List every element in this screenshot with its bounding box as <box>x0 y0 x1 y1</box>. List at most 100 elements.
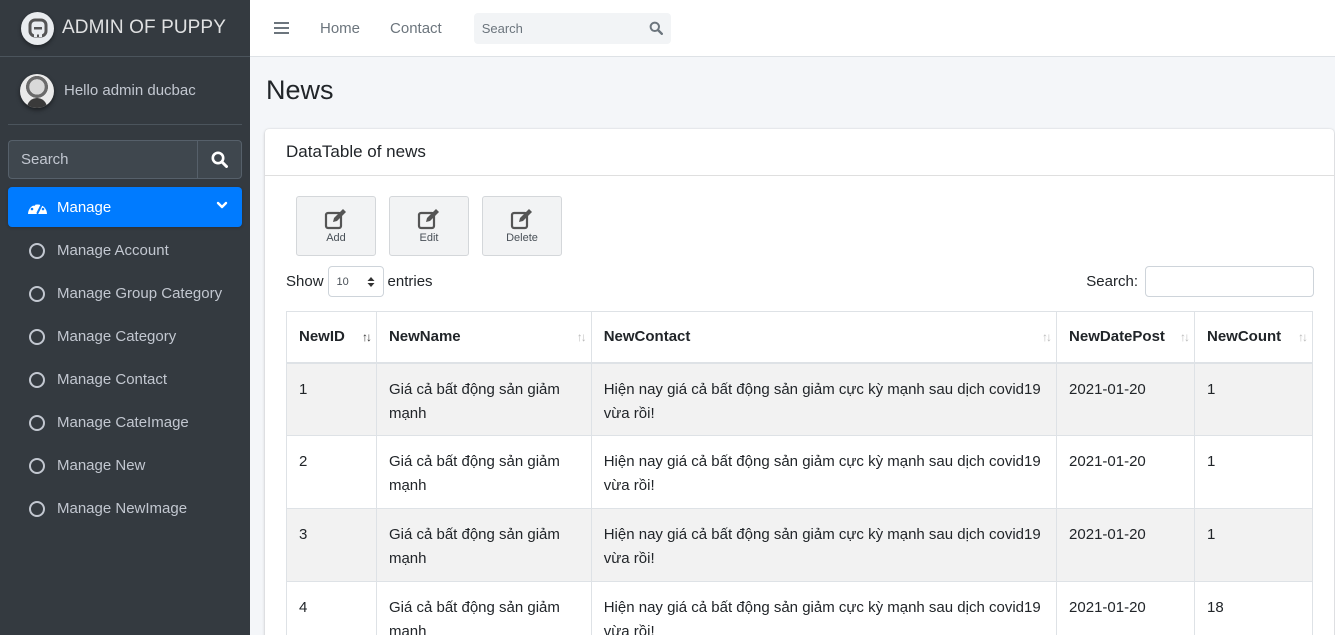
edit-icon <box>510 209 532 230</box>
navbar-search-placeholder: Search <box>481 20 523 36</box>
search-icon <box>211 151 228 168</box>
table-row[interactable]: 2 Giá cả bất động sản giảm mạnh Hiện nay… <box>286 435 1313 509</box>
cell-newdatepost: 2021-01-20 <box>1056 581 1195 635</box>
brand-logo-icon <box>21 11 54 45</box>
user-panel[interactable]: Hello admin ducbac <box>8 57 242 125</box>
table-search-input[interactable] <box>1145 266 1314 297</box>
avatar <box>20 73 54 108</box>
nav-link-contact[interactable]: Contact <box>390 20 442 37</box>
table-row[interactable]: 3 Giá cả bất động sản giảm mạnh Hiện nay… <box>286 508 1313 582</box>
cell-newcontact: Hiện nay giá cả bất động sản giảm cực kỳ… <box>590 362 1058 436</box>
sidebar-item-label: Manage Category <box>57 328 177 345</box>
column-header-newid[interactable]: NewID ↑↓ <box>286 311 377 364</box>
column-header-newname[interactable]: NewName ↑↓ <box>375 311 592 364</box>
sort-icon: ↑↓ <box>361 330 372 344</box>
cell-newcontact: Hiện nay giá cả bất động sản giảm cực kỳ… <box>590 435 1058 509</box>
table-row[interactable]: 1 Giá cả bất động sản giảm mạnh Hiện nay… <box>286 362 1313 436</box>
page-title: News <box>266 75 334 105</box>
column-header-newcontact[interactable]: NewContact ↑↓ <box>590 311 1058 364</box>
circle-icon <box>29 328 45 345</box>
hamburger-icon[interactable] <box>274 19 289 37</box>
circle-icon <box>29 414 45 431</box>
toolbar: Add Edit Delete <box>296 196 575 256</box>
search-icon[interactable] <box>649 21 663 35</box>
entries-label: entries <box>387 273 433 290</box>
show-label: Show <box>286 273 324 290</box>
sidebar-item-label: Manage <box>57 198 112 216</box>
nav-link-home[interactable]: Home <box>320 20 360 37</box>
cell-newcount: 1 <box>1194 508 1313 582</box>
sidebar-item-manage-category[interactable]: Manage Category <box>8 315 242 358</box>
sidebar-item-manage-contact[interactable]: Manage Contact <box>8 358 242 401</box>
brand-link[interactable]: ADMIN OF PUPPY <box>0 0 250 57</box>
cell-newdatepost: 2021-01-20 <box>1056 362 1195 436</box>
datatable-card: DataTable of news Add Edit Delete Show 1… <box>265 129 1334 635</box>
navbar-search-input[interactable]: Search <box>473 12 671 44</box>
brand-name: ADMIN OF PUPPY <box>62 17 226 38</box>
sidebar-search: Search <box>8 140 242 179</box>
cell-newid: 4 <box>286 581 377 635</box>
news-table: NewID ↑↓ NewName ↑↓ NewContact ↑↓ NewDat… <box>286 311 1313 635</box>
circle-icon <box>29 242 45 259</box>
sidebar-item-manage-cateimage[interactable]: Manage CateImage <box>8 401 242 444</box>
column-header-newcount[interactable]: NewCount ↑↓ <box>1194 311 1313 364</box>
table-row[interactable]: 4 Giá cả bất động sản giảm mạnh Hiện nay… <box>286 581 1313 635</box>
sidebar-item-manage-newimage[interactable]: Manage NewImage <box>8 487 242 530</box>
sort-icon: ↑↓ <box>576 330 587 344</box>
cell-newname: Giá cả bất động sản giảm mạnh <box>375 508 592 582</box>
column-header-newdatepost[interactable]: NewDatePost ↑↓ <box>1056 311 1195 364</box>
cell-newcount: 1 <box>1194 435 1313 509</box>
sidebar-item-label: Manage New <box>57 457 146 474</box>
entries-select[interactable]: 10 <box>327 266 384 297</box>
edit-icon <box>324 209 346 230</box>
sidebar-nav: Manage Manage Account Manage Group Categ… <box>8 187 242 530</box>
sort-icon: ↑↓ <box>1298 330 1308 344</box>
table-filter: Search: <box>1086 266 1314 297</box>
cell-newcontact: Hiện nay giá cả bất động sản giảm cực kỳ… <box>590 581 1058 635</box>
cell-newdatepost: 2021-01-20 <box>1056 435 1195 509</box>
column-header-label: NewID <box>299 328 345 346</box>
sort-icon: ↑↓ <box>1042 330 1052 344</box>
dashboard-icon <box>28 202 47 214</box>
edit-button[interactable]: Edit <box>389 196 469 256</box>
sidebar-item-label: Manage Account <box>57 242 169 259</box>
cell-newid: 1 <box>286 362 377 436</box>
add-button[interactable]: Add <box>296 196 376 256</box>
card-title: DataTable of news <box>265 129 1334 176</box>
sidebar-item-manage-new[interactable]: Manage New <box>8 444 242 487</box>
circle-icon <box>29 457 45 474</box>
column-header-label: NewCount <box>1207 328 1282 346</box>
delete-button[interactable]: Delete <box>482 196 562 256</box>
filter-label: Search: <box>1086 273 1138 290</box>
sidebar-item-manage-account[interactable]: Manage Account <box>8 229 242 272</box>
column-header-label: NewName <box>388 328 461 346</box>
cell-newdatepost: 2021-01-20 <box>1056 508 1195 582</box>
sidebar-item-label: Manage NewImage <box>57 500 188 517</box>
cell-newid: 2 <box>286 435 377 509</box>
sidebar-item-label: Manage Group Category <box>57 285 223 302</box>
entries-length: Show 10 entries <box>286 266 433 297</box>
sidebar-search-input[interactable]: Search <box>8 140 197 179</box>
circle-icon <box>29 285 45 302</box>
cell-newcount: 18 <box>1194 581 1313 635</box>
sidebar-item-manage-group-category[interactable]: Manage Group Category <box>8 272 242 315</box>
select-arrows-icon <box>367 276 375 287</box>
edit-icon <box>417 209 439 230</box>
column-header-label: NewDatePost <box>1069 328 1165 346</box>
cell-newcount: 1 <box>1194 362 1313 436</box>
edit-button-label: Edit <box>419 232 439 244</box>
chevron-down-icon <box>216 201 228 209</box>
cell-newname: Giá cả bất động sản giảm mạnh <box>375 581 592 635</box>
sidebar-search-button[interactable] <box>197 140 242 179</box>
circle-icon <box>29 371 45 388</box>
user-greeting: Hello admin ducbac <box>64 82 196 99</box>
top-navbar: Home Contact Search <box>250 0 1335 57</box>
cell-newcontact: Hiện nay giá cả bất động sản giảm cực kỳ… <box>590 508 1058 582</box>
cell-newname: Giá cả bất động sản giảm mạnh <box>375 435 592 509</box>
sidebar-item-manage[interactable]: Manage <box>8 187 242 227</box>
circle-icon <box>29 500 45 517</box>
sidebar-item-label: Manage CateImage <box>57 414 189 431</box>
cell-newid: 3 <box>286 508 377 582</box>
sidebar: ADMIN OF PUPPY Hello admin ducbac Search… <box>0 0 250 635</box>
entries-value: 10 <box>336 275 349 288</box>
